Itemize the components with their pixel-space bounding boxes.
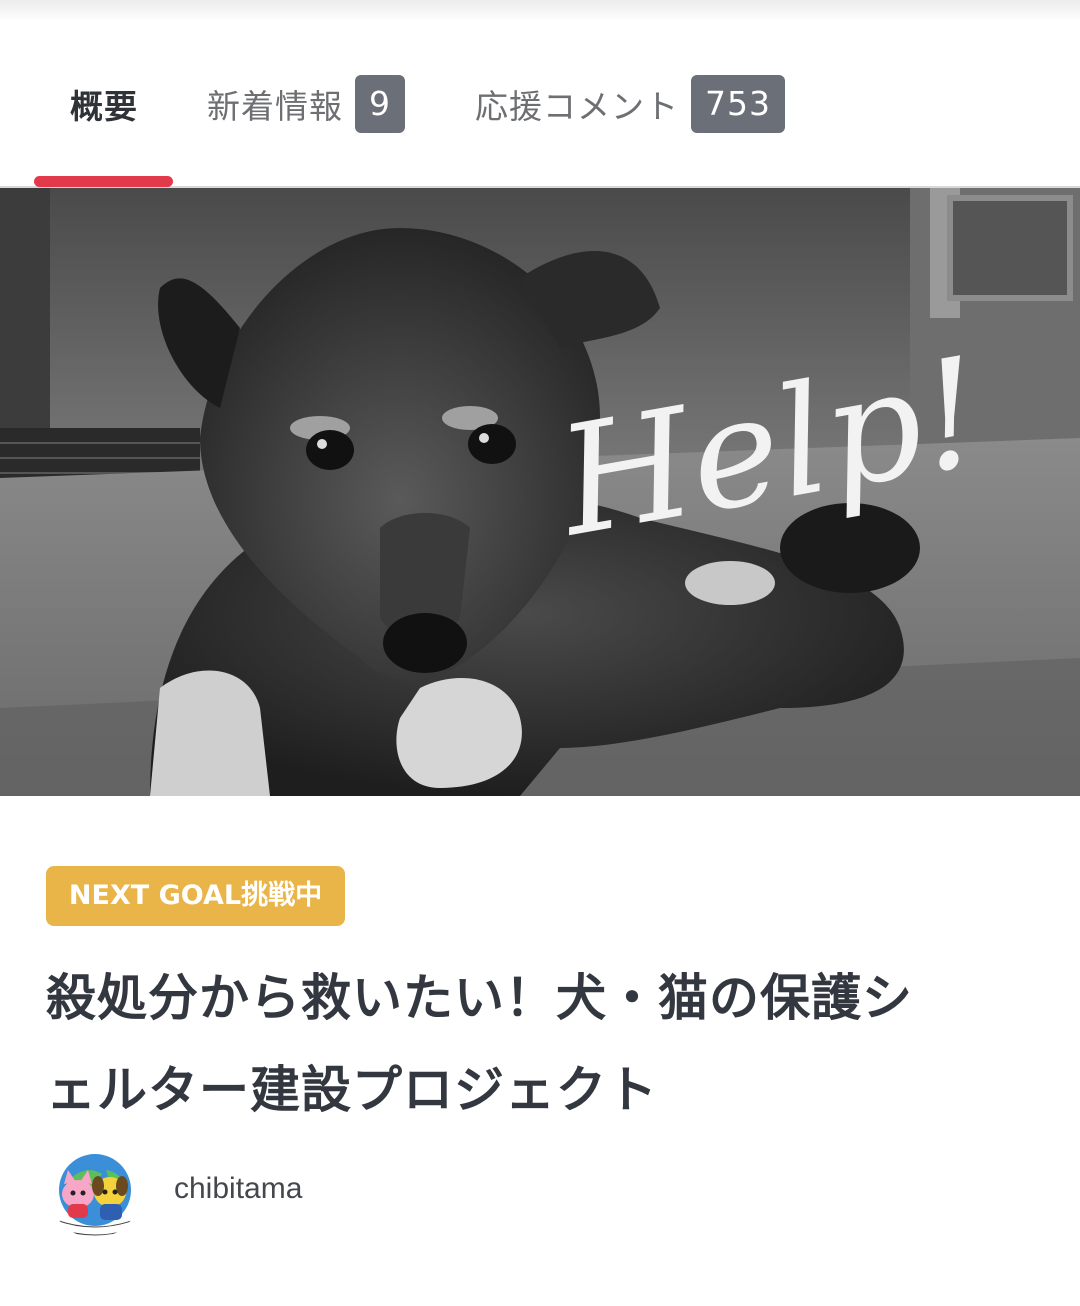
status-badge: NEXT GOAL挑戦中 <box>46 866 345 926</box>
tab-overview[interactable]: 概要 <box>70 74 138 134</box>
tab-comments-label: 応援コメント <box>475 87 679 126</box>
tab-comments[interactable]: 応援コメント 753 <box>475 74 785 134</box>
project-page: 概要 新着情報 9 応援コメント 753 Help! NEXT GOAL挑戦中 … <box>0 0 1080 1306</box>
avatar[interactable] <box>50 1148 140 1238</box>
tab-overview-label: 概要 <box>70 87 138 126</box>
tab-news-label: 新着情報 <box>207 87 343 126</box>
news-count-badge: 9 <box>355 75 405 133</box>
tab-bar: 概要 新着情報 9 応援コメント 753 <box>0 22 1080 188</box>
dog-photo-icon: Help! <box>0 188 1080 796</box>
active-tab-indicator <box>34 176 173 187</box>
project-title: 殺処分から救いたい！犬・猫の保護シ ェルター建設プロジェクト <box>46 952 1036 1136</box>
project-title-line-1: 殺処分から救いたい！犬・猫の保護シ <box>46 969 913 1027</box>
top-shade <box>0 0 1080 22</box>
project-title-line-2: ェルター建設プロジェクト <box>46 1061 658 1119</box>
owner-name[interactable]: chibitama <box>174 1172 302 1206</box>
tab-news[interactable]: 新着情報 9 <box>207 74 405 134</box>
hero-image: Help! <box>0 188 1080 796</box>
mascot-avatar-icon <box>50 1148 140 1238</box>
comments-count-badge: 753 <box>691 75 785 133</box>
project-owner[interactable]: chibitama <box>50 1148 650 1238</box>
